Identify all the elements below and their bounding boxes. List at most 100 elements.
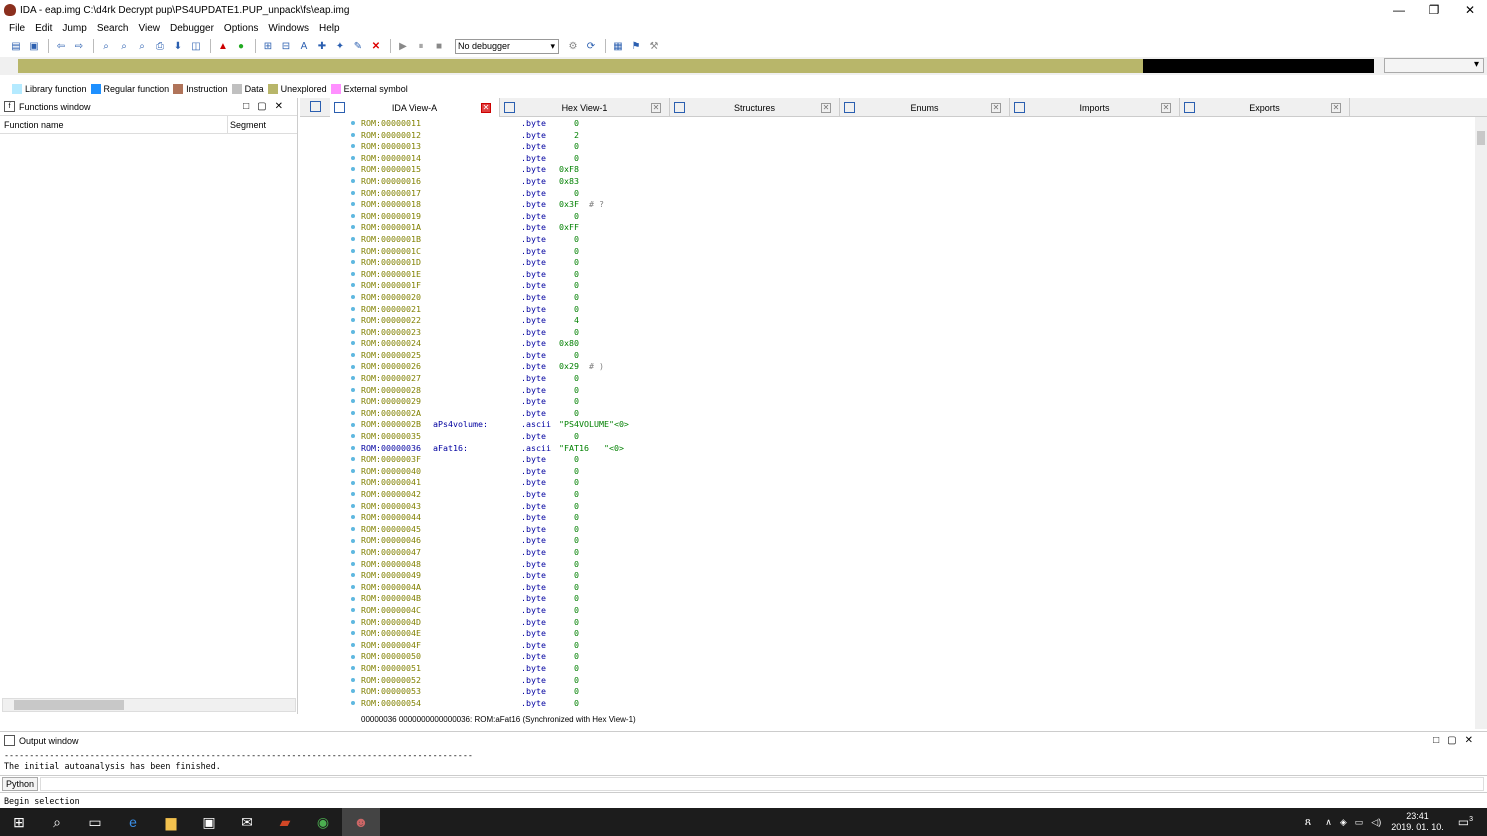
- disasm-line[interactable]: ROM:00000016 .byte 0x83: [361, 176, 1461, 188]
- threads-icon[interactable]: ⚑: [628, 39, 644, 53]
- data-icon[interactable]: ⊟: [278, 39, 294, 53]
- label[interactable]: [433, 454, 521, 466]
- operand[interactable]: 0x80: [559, 338, 579, 350]
- label[interactable]: [433, 188, 521, 200]
- python-button[interactable]: Python: [2, 777, 38, 791]
- graph-icon[interactable]: ◫: [188, 39, 204, 53]
- open-file-icon[interactable]: ▤: [8, 39, 24, 53]
- label[interactable]: [433, 153, 521, 165]
- disasm-line[interactable]: ROM:00000045 .byte 0: [361, 524, 1461, 536]
- sync-icon[interactable]: ⟳: [583, 39, 599, 53]
- operand[interactable]: 0: [559, 304, 579, 316]
- operand[interactable]: "FAT16 "<0>: [559, 443, 624, 455]
- operand[interactable]: 0: [559, 547, 579, 559]
- label[interactable]: [433, 385, 521, 397]
- disassembly-listing[interactable]: ROM:00000011 .byte 0 ROM:00000012 .byte 2 RO…: [361, 118, 1461, 709]
- menu-file[interactable]: File: [4, 23, 30, 34]
- search-text-icon[interactable]: ⌕: [116, 39, 132, 53]
- label[interactable]: [433, 373, 521, 385]
- disasm-line[interactable]: ROM:00000036 aFat16: .ascii "FAT16 "<0>: [361, 443, 1461, 455]
- operand[interactable]: 0: [559, 327, 579, 339]
- label[interactable]: [433, 501, 521, 513]
- close-icon[interactable]: ✕: [821, 103, 831, 113]
- close-icon[interactable]: ✕: [1331, 103, 1341, 113]
- operand[interactable]: 0: [559, 477, 579, 489]
- label[interactable]: [433, 477, 521, 489]
- disasm-line[interactable]: ROM:00000042 .byte 0: [361, 489, 1461, 501]
- operand[interactable]: 0: [559, 582, 579, 594]
- operand[interactable]: 0xFF: [559, 222, 579, 234]
- maximize-button[interactable]: ❐: [1426, 2, 1442, 18]
- disasm-line[interactable]: ROM:0000001C .byte 0: [361, 246, 1461, 258]
- label[interactable]: [433, 222, 521, 234]
- label[interactable]: [433, 361, 521, 373]
- disasm-line[interactable]: ROM:0000001B .byte 0: [361, 234, 1461, 246]
- functions-scroll-thumb[interactable]: [14, 700, 124, 710]
- forward-arrow-icon[interactable]: ⇨: [71, 39, 87, 53]
- operand[interactable]: 0: [559, 211, 579, 223]
- label[interactable]: [433, 257, 521, 269]
- disasm-line[interactable]: ROM:00000048 .byte 0: [361, 559, 1461, 571]
- operand[interactable]: 0: [559, 257, 579, 269]
- stop-icon[interactable]: ■: [431, 39, 447, 53]
- navigation-strip-unexplored[interactable]: [1143, 59, 1374, 73]
- operand[interactable]: 0: [559, 292, 579, 304]
- close-icon[interactable]: ✕: [481, 103, 491, 113]
- label[interactable]: [433, 489, 521, 501]
- operand[interactable]: 0: [559, 385, 579, 397]
- label[interactable]: [433, 292, 521, 304]
- close-icon[interactable]: ✕: [991, 103, 1001, 113]
- security-icon[interactable]: ◈: [1340, 817, 1347, 828]
- undefine-icon[interactable]: ✕: [368, 39, 384, 53]
- disasm-line[interactable]: ROM:0000001A .byte 0xFF: [361, 222, 1461, 234]
- chevron-up-icon[interactable]: ∧: [1325, 817, 1332, 828]
- label[interactable]: [433, 698, 521, 710]
- label[interactable]: [433, 466, 521, 478]
- disasm-line[interactable]: ROM:0000004F .byte 0: [361, 640, 1461, 652]
- back-arrow-icon[interactable]: ⇦: [53, 39, 69, 53]
- label[interactable]: [433, 315, 521, 327]
- column-segment[interactable]: Segment: [228, 120, 266, 130]
- label[interactable]: [433, 164, 521, 176]
- disasm-line[interactable]: ROM:00000040 .byte 0: [361, 466, 1461, 478]
- label[interactable]: [433, 280, 521, 292]
- operand[interactable]: 0x29: [559, 361, 579, 373]
- file-explorer-icon[interactable]: ▆: [152, 808, 190, 836]
- disasm-line[interactable]: ROM:0000004B .byte 0: [361, 593, 1461, 605]
- edit-icon[interactable]: ✎: [350, 39, 366, 53]
- disasm-line[interactable]: ROM:0000002B aPs4volume: .ascii "PS4VOLUME"…: [361, 419, 1461, 431]
- operand[interactable]: 0: [559, 675, 579, 687]
- code-icon[interactable]: ⊞: [260, 39, 276, 53]
- label[interactable]: [433, 570, 521, 582]
- disasm-line[interactable]: ROM:00000012 .byte 2: [361, 130, 1461, 142]
- disasm-line[interactable]: ROM:0000001E .byte 0: [361, 269, 1461, 281]
- label[interactable]: [433, 350, 521, 362]
- disasm-line[interactable]: ROM:00000053 .byte 0: [361, 686, 1461, 698]
- disasm-line[interactable]: ROM:00000028 .byte 0: [361, 385, 1461, 397]
- disasm-line[interactable]: ROM:00000046 .byte 0: [361, 535, 1461, 547]
- label[interactable]: [433, 663, 521, 675]
- operand[interactable]: 0: [559, 698, 579, 710]
- label[interactable]: [433, 327, 521, 339]
- disasm-line[interactable]: ROM:00000019 .byte 0: [361, 211, 1461, 223]
- menu-view[interactable]: View: [134, 23, 166, 34]
- debugger-select[interactable]: No debugger: [455, 38, 559, 54]
- disasm-line[interactable]: ROM:00000035 .byte 0: [361, 431, 1461, 443]
- disasm-line[interactable]: ROM:00000014 .byte 0: [361, 153, 1461, 165]
- label[interactable]: [433, 130, 521, 142]
- label[interactable]: [433, 512, 521, 524]
- search-icon[interactable]: ⌕: [98, 39, 114, 53]
- disasm-line[interactable]: ROM:00000052 .byte 0: [361, 675, 1461, 687]
- operand[interactable]: 0: [559, 269, 579, 281]
- disasm-line[interactable]: ROM:00000013 .byte 0: [361, 141, 1461, 153]
- search-icon[interactable]: ⌕: [38, 808, 76, 836]
- operand[interactable]: 0: [559, 535, 579, 547]
- disasm-line[interactable]: ROM:0000003F .byte 0: [361, 454, 1461, 466]
- search-binary-icon[interactable]: ⌕: [134, 39, 150, 53]
- label[interactable]: [433, 431, 521, 443]
- minimize-button[interactable]: —: [1391, 2, 1407, 18]
- operand[interactable]: 0x3F: [559, 199, 579, 211]
- operand[interactable]: 0: [559, 118, 579, 130]
- label[interactable]: [433, 211, 521, 223]
- disasm-line[interactable]: ROM:00000044 .byte 0: [361, 512, 1461, 524]
